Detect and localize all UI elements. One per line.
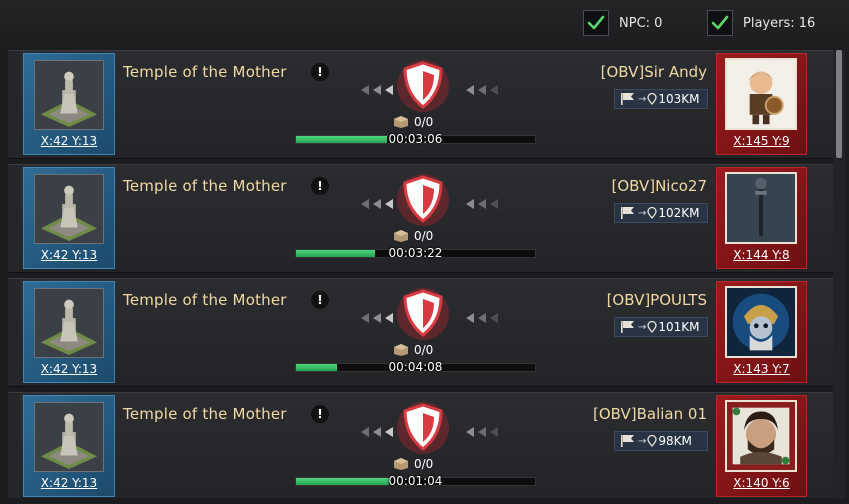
location-pin-icon — [647, 93, 658, 105]
target-name: Temple of the Mother — [123, 177, 287, 195]
player-name[interactable]: [OBV]Balian 01 — [593, 405, 707, 423]
march-timer: 00:01:04 — [388, 474, 443, 488]
cargo-info: 0/0 — [393, 343, 433, 357]
location-pin-icon — [647, 321, 658, 333]
cargo-box-icon — [394, 230, 408, 242]
cargo-info: 0/0 — [393, 115, 433, 129]
flag-icon — [621, 435, 634, 447]
player-coordinates[interactable]: X:144 Y:8 — [717, 248, 806, 262]
player-avatar[interactable] — [725, 172, 797, 244]
target-tile[interactable]: X:42 Y:13 — [23, 53, 115, 155]
scrollbar-thumb[interactable] — [836, 50, 842, 158]
cargo-box-icon — [394, 344, 408, 356]
npc-count-label: NPC: 0 — [619, 15, 663, 31]
player-coordinates[interactable]: X:140 Y:6 — [717, 476, 806, 490]
flag-icon — [621, 321, 634, 333]
march-row[interactable]: X:42 Y:13 Temple of the Mother ! 0/0 00:… — [8, 164, 833, 273]
player-tile[interactable]: X:145 Y:9 — [716, 53, 807, 155]
player-coordinates[interactable]: X:145 Y:9 — [717, 134, 806, 148]
players-checkbox[interactable] — [707, 10, 733, 36]
cargo-info: 0/0 — [393, 457, 433, 471]
players-count-label: Players: 16 — [743, 15, 816, 31]
temple-statue-icon — [34, 60, 104, 130]
attack-shield-icon — [397, 288, 449, 340]
player-avatar[interactable] — [725, 286, 797, 358]
player-name[interactable]: [OBV]Sir Andy — [601, 63, 707, 81]
player-name[interactable]: [OBV]POULTS — [607, 291, 707, 309]
arrow-right-icon: → — [638, 93, 647, 105]
target-name: Temple of the Mother — [123, 63, 287, 81]
npc-filter[interactable]: NPC: 0 — [583, 9, 662, 37]
player-tile[interactable]: X:140 Y:6 — [716, 395, 807, 497]
location-pin-icon — [647, 435, 658, 447]
incoming-march-list: X:42 Y:13 Temple of the Mother ! 0/0 00:… — [8, 50, 833, 498]
arrow-right-icon: → — [638, 321, 647, 333]
distance-badge: → 103KM — [614, 89, 708, 109]
cargo-info: 0/0 — [393, 229, 433, 243]
cargo-count: 0/0 — [414, 457, 434, 471]
arrow-right-icon: → — [638, 435, 647, 447]
players-filter[interactable]: Players: 16 — [707, 9, 815, 37]
player-avatar[interactable] — [725, 400, 797, 472]
flag-icon — [621, 207, 634, 219]
march-row[interactable]: X:42 Y:13 Temple of the Mother ! 0/0 00:… — [8, 278, 833, 387]
info-icon[interactable]: ! — [311, 63, 329, 81]
march-row[interactable]: X:42 Y:13 Temple of the Mother ! 0/0 00:… — [8, 392, 833, 498]
temple-statue-icon — [34, 174, 104, 244]
march-timer: 00:03:22 — [388, 246, 443, 260]
march-timer: 00:03:06 — [388, 132, 443, 146]
attack-shield-icon — [397, 60, 449, 112]
target-coordinates[interactable]: X:42 Y:13 — [24, 362, 114, 376]
distance-badge: → 98KM — [614, 431, 708, 451]
target-name: Temple of the Mother — [123, 291, 287, 309]
target-name: Temple of the Mother — [123, 405, 287, 423]
flag-icon — [621, 93, 634, 105]
distance-value: 103KM — [658, 92, 700, 106]
list-scrollbar[interactable] — [833, 50, 845, 498]
player-tile[interactable]: X:143 Y:7 — [716, 281, 807, 383]
distance-value: 101KM — [658, 320, 700, 334]
cargo-count: 0/0 — [414, 343, 434, 357]
arrow-right-icon: → — [638, 207, 647, 219]
march-row[interactable]: X:42 Y:13 Temple of the Mother ! 0/0 00:… — [8, 50, 833, 159]
target-coordinates[interactable]: X:42 Y:13 — [24, 476, 114, 490]
cargo-count: 0/0 — [414, 229, 434, 243]
distance-value: 102KM — [658, 206, 700, 220]
info-icon[interactable]: ! — [311, 177, 329, 195]
target-tile[interactable]: X:42 Y:13 — [23, 281, 115, 383]
info-icon[interactable]: ! — [311, 405, 329, 423]
target-tile[interactable]: X:42 Y:13 — [23, 167, 115, 269]
info-icon[interactable]: ! — [311, 291, 329, 309]
checkmark-icon — [587, 15, 605, 30]
attack-shield-icon — [397, 402, 449, 454]
cargo-count: 0/0 — [414, 115, 434, 129]
distance-badge: → 102KM — [614, 203, 708, 223]
player-avatar[interactable] — [725, 58, 797, 130]
filter-bar: NPC: 0 Players: 16 — [0, 0, 849, 48]
target-coordinates[interactable]: X:42 Y:13 — [24, 248, 114, 262]
attack-shield-icon — [397, 174, 449, 226]
distance-badge: → 101KM — [614, 317, 708, 337]
location-pin-icon — [647, 207, 658, 219]
cargo-box-icon — [394, 116, 408, 128]
player-name[interactable]: [OBV]Nico27 — [611, 177, 707, 195]
target-tile[interactable]: X:42 Y:13 — [23, 395, 115, 497]
temple-statue-icon — [34, 402, 104, 472]
cargo-box-icon — [394, 458, 408, 470]
checkmark-icon — [711, 15, 729, 30]
target-coordinates[interactable]: X:42 Y:13 — [24, 134, 114, 148]
temple-statue-icon — [34, 288, 104, 358]
march-timer: 00:04:08 — [388, 360, 443, 374]
npc-checkbox[interactable] — [583, 10, 609, 36]
player-coordinates[interactable]: X:143 Y:7 — [717, 362, 806, 376]
distance-value: 98KM — [658, 434, 692, 448]
player-tile[interactable]: X:144 Y:8 — [716, 167, 807, 269]
